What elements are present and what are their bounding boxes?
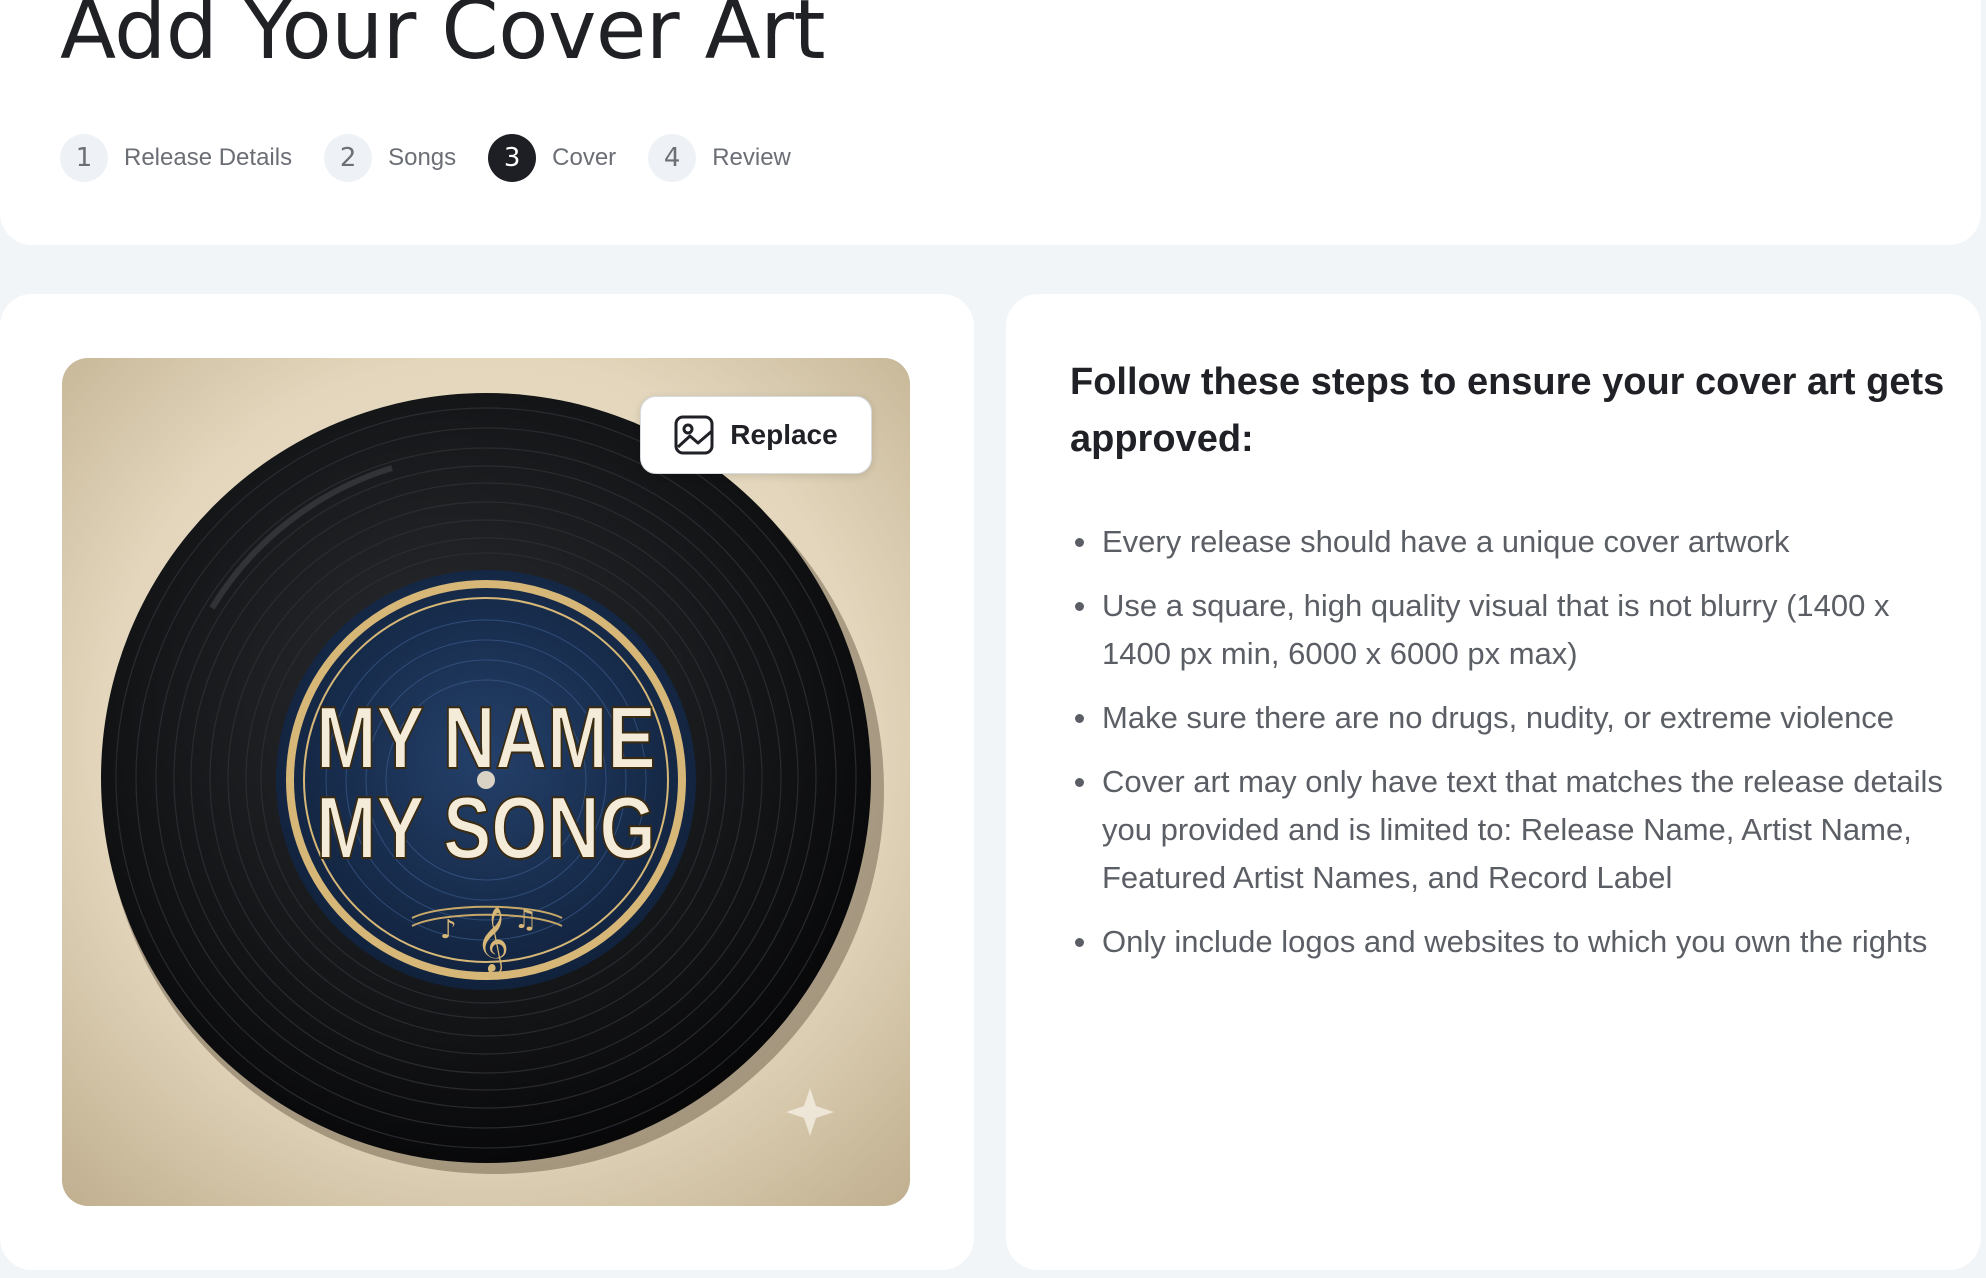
guideline-item: Make sure there are no drugs, nudity, or… bbox=[1070, 694, 1950, 742]
bullet-icon bbox=[1075, 778, 1084, 787]
cover-art-image: MY NAME MY SONG 𝄞 ♪ ♫ bbox=[62, 358, 910, 1206]
step-label: Songs bbox=[388, 144, 457, 171]
step-release-details[interactable]: 1 Release Details bbox=[60, 134, 292, 182]
guideline-item: Only include logos and websites to which… bbox=[1070, 918, 1950, 966]
step-label: Review bbox=[712, 144, 791, 171]
step-number: 2 bbox=[324, 134, 373, 182]
image-icon bbox=[674, 415, 714, 455]
bullet-icon bbox=[1075, 602, 1084, 611]
replace-button[interactable]: Replace bbox=[640, 396, 872, 474]
guideline-text: Make sure there are no drugs, nudity, or… bbox=[1102, 700, 1895, 735]
step-number: 4 bbox=[648, 134, 697, 182]
svg-text:♫: ♫ bbox=[514, 905, 537, 935]
guidelines-list: Every release should have a unique cover… bbox=[1070, 518, 1950, 982]
step-number: 3 bbox=[488, 134, 537, 182]
replace-label: Replace bbox=[730, 419, 838, 450]
step-songs[interactable]: 2 Songs bbox=[324, 134, 456, 182]
step-number: 1 bbox=[60, 134, 108, 182]
page-title: Add Your Cover Art bbox=[60, 0, 826, 78]
guideline-text: Use a square, high quality visual that i… bbox=[1102, 588, 1890, 671]
artwork-text-line2: MY SONG bbox=[316, 779, 655, 877]
guidelines-title: Follow these steps to ensure your cover … bbox=[1070, 361, 1945, 460]
guideline-item: Every release should have a unique cover… bbox=[1070, 518, 1950, 566]
step-label: Cover bbox=[552, 144, 617, 171]
step-cover[interactable]: 3 Cover bbox=[488, 134, 616, 182]
svg-text:♪: ♪ bbox=[440, 915, 457, 945]
step-review[interactable]: 4 Review bbox=[648, 134, 791, 182]
svg-text:𝄞: 𝄞 bbox=[476, 907, 509, 974]
guideline-text: Every release should have a unique cover… bbox=[1102, 524, 1790, 559]
step-label: Release Details bbox=[124, 144, 293, 171]
guideline-text: Cover art may only have text that matche… bbox=[1102, 764, 1943, 895]
stepper: 1 Release Details 2 Songs 3 Cover 4 Revi… bbox=[60, 133, 823, 183]
guideline-item: Use a square, high quality visual that i… bbox=[1070, 582, 1950, 678]
bullet-icon bbox=[1075, 938, 1084, 947]
guideline-text: Only include logos and websites to which… bbox=[1102, 924, 1928, 959]
bullet-icon bbox=[1075, 538, 1084, 547]
guideline-item: Cover art may only have text that matche… bbox=[1070, 758, 1950, 902]
bullet-icon bbox=[1075, 714, 1084, 723]
